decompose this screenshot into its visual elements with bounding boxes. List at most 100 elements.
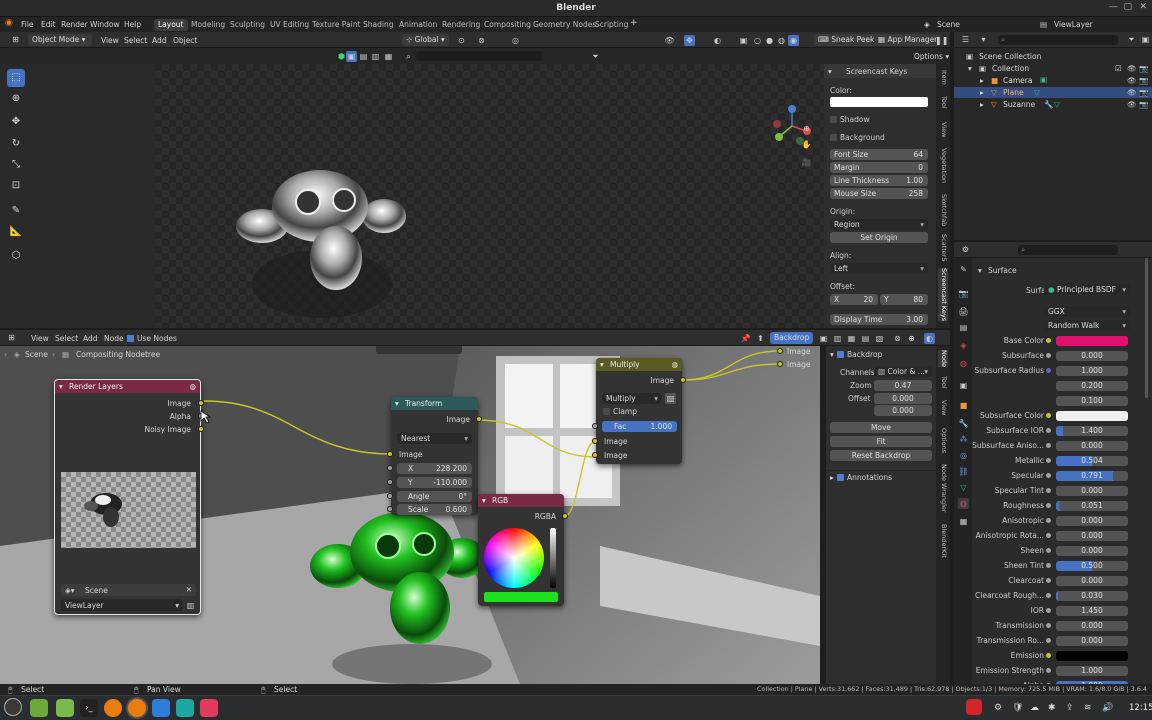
overlay-icon[interactable]: ◐ bbox=[712, 35, 723, 46]
screencast-panel-header[interactable]: ▾ Screencast Keys bbox=[824, 64, 936, 78]
input-socket-icon[interactable] bbox=[1046, 533, 1051, 538]
minimize-icon[interactable]: — bbox=[1109, 2, 1118, 12]
transform-filter-dropdown[interactable]: Nearest bbox=[397, 433, 472, 444]
use-alpha-icon[interactable]: ▧ bbox=[665, 393, 676, 404]
outliner-row-plane[interactable]: ▸ ▽ Plane ▽ 👁 📷 bbox=[954, 87, 1152, 98]
menu-edit[interactable]: Edit bbox=[41, 20, 56, 29]
tab-screencast-keys[interactable]: Screencast Keys bbox=[938, 268, 948, 322]
viewer-input-socket-1[interactable] bbox=[777, 348, 783, 354]
annotations-checkbox[interactable] bbox=[837, 474, 844, 481]
app-manager-button[interactable]: ▦ App Manager bbox=[874, 34, 942, 46]
color-swatch[interactable] bbox=[830, 97, 928, 107]
object-props-icon[interactable]: ■ bbox=[958, 400, 969, 411]
terminal-app-icon[interactable]: ›_ bbox=[80, 699, 98, 717]
background-checkbox[interactable] bbox=[830, 134, 837, 141]
multiply-output-socket[interactable] bbox=[680, 377, 686, 383]
outliner-search-input[interactable]: ⌕ bbox=[998, 35, 1118, 45]
tool-props-icon[interactable]: ✎ bbox=[958, 264, 969, 275]
property-value-field[interactable]: 0.000 bbox=[1056, 621, 1128, 631]
property-value-field[interactable]: 1.000 bbox=[1056, 366, 1128, 376]
property-value-field[interactable]: 1.400 bbox=[1056, 426, 1128, 436]
input-socket-icon[interactable] bbox=[1046, 338, 1051, 343]
annotations-panel-header[interactable]: ▸ Annotations bbox=[826, 470, 936, 482]
input-socket-icon[interactable] bbox=[1046, 458, 1051, 463]
multiply-fac-socket[interactable] bbox=[592, 423, 598, 429]
data-props-icon[interactable]: ▽ bbox=[958, 482, 969, 493]
property-value-field[interactable] bbox=[1056, 336, 1128, 346]
transform-y-socket[interactable] bbox=[387, 479, 393, 485]
render-layer-icon[interactable]: ▥ bbox=[185, 600, 196, 611]
select-mode-2-icon[interactable]: ▤ bbox=[358, 51, 369, 62]
camera-view-icon[interactable]: 🎥 bbox=[801, 157, 812, 168]
view-layer-props-icon[interactable]: ▤ bbox=[958, 322, 969, 333]
property-value-field[interactable]: 0.000 bbox=[1056, 516, 1128, 526]
snap-node-icon[interactable]: ⊗ bbox=[892, 333, 903, 344]
photos-app-icon[interactable] bbox=[200, 699, 218, 717]
pause-icon[interactable]: ❚❚ bbox=[935, 35, 948, 46]
offset-x-field[interactable]: X 20 bbox=[830, 294, 878, 305]
align-dropdown[interactable]: Left bbox=[830, 263, 928, 274]
node-menu-node[interactable]: Node bbox=[104, 334, 124, 343]
physics-props-icon[interactable]: ◎ bbox=[958, 450, 969, 461]
rgb-node[interactable]: ▾ RGB RGBA bbox=[478, 494, 568, 606]
mouse-size-field[interactable]: Mouse Size 258 bbox=[830, 188, 928, 199]
transform-image-input-socket[interactable] bbox=[387, 451, 393, 457]
property-value-field[interactable] bbox=[1056, 651, 1128, 661]
tray-bluetooth-icon[interactable]: ✱ bbox=[1048, 703, 1056, 713]
property-value-field[interactable]: 0.504 bbox=[1056, 456, 1128, 466]
input-socket-icon[interactable] bbox=[1046, 578, 1051, 583]
channel-icon-5[interactable]: ▧ bbox=[874, 333, 885, 344]
output-props-icon[interactable]: 🖨 bbox=[958, 306, 969, 317]
files-app-icon[interactable] bbox=[30, 699, 48, 717]
property-value-field[interactable] bbox=[1056, 411, 1128, 421]
distribution-dropdown[interactable]: GGX bbox=[1044, 306, 1130, 317]
collection-props-icon[interactable]: ▣ bbox=[958, 380, 969, 391]
add-workspace-icon[interactable]: + bbox=[630, 18, 638, 28]
select-mode-3-icon[interactable]: ▥ bbox=[370, 51, 381, 62]
outliner-filter-icon[interactable]: ⏷ bbox=[1126, 34, 1137, 45]
tray-updates-icon[interactable]: ⇪ bbox=[1066, 703, 1074, 713]
properties-editor-icon[interactable]: ⚙ bbox=[960, 244, 971, 255]
backdrop-offset-y-field[interactable]: 0.000 bbox=[874, 405, 932, 416]
tab-compositing[interactable]: Compositing bbox=[480, 19, 535, 31]
tab-tool[interactable]: Tool bbox=[938, 96, 948, 109]
node-editor-type-icon[interactable]: ⊞ bbox=[6, 332, 17, 343]
pan-hand-icon[interactable]: ✋ bbox=[801, 139, 812, 150]
node-menu-view[interactable]: View bbox=[31, 334, 49, 343]
viewer-input-socket-2[interactable] bbox=[777, 361, 783, 367]
zoom-field[interactable]: 0.47 bbox=[874, 380, 932, 391]
tab-rendering[interactable]: Rendering bbox=[438, 19, 484, 31]
subsurface-method-dropdown[interactable]: Random Walk bbox=[1044, 320, 1130, 331]
mode-selector[interactable]: Object Mode ▾ bbox=[28, 34, 92, 46]
rgb-color-wheel[interactable] bbox=[484, 528, 544, 588]
transform-scale-socket[interactable] bbox=[387, 506, 393, 512]
render-props-icon[interactable]: 📷 bbox=[958, 288, 969, 299]
move-button[interactable]: Move bbox=[830, 422, 932, 433]
backdrop-panel-header[interactable]: ▾ Backdrop bbox=[826, 348, 936, 360]
tab-node-tool[interactable]: Tool bbox=[938, 376, 948, 389]
set-origin-button[interactable]: Set Origin bbox=[830, 232, 928, 243]
channel-icon-4[interactable]: ▤ bbox=[860, 333, 871, 344]
input-socket-icon[interactable] bbox=[1046, 653, 1051, 658]
menu-file[interactable]: File bbox=[21, 20, 34, 29]
viewlayer-selector[interactable]: ViewLayer bbox=[1054, 20, 1093, 29]
transform-x-socket[interactable] bbox=[387, 465, 393, 471]
tool-add-cube[interactable]: ⬡ bbox=[7, 247, 25, 265]
transform-node[interactable]: ▾Transform Image Nearest Image X228.200 … bbox=[387, 397, 482, 515]
viewport-3d[interactable]: ⊞ Object Mode ▾ View Select Add Object ⊹… bbox=[0, 32, 950, 328]
filter-icon[interactable]: ⏷ bbox=[590, 51, 601, 62]
property-value-field[interactable]: 0.000 bbox=[1056, 546, 1128, 556]
pin-icon[interactable]: 📌 bbox=[740, 333, 751, 344]
start-menu-icon[interactable] bbox=[4, 698, 22, 716]
property-value-field[interactable]: 0.000 bbox=[1056, 486, 1128, 496]
tab-texture-paint[interactable]: Texture Paint bbox=[308, 19, 364, 31]
tab-sculpting[interactable]: Sculpting bbox=[226, 19, 269, 31]
input-socket-icon[interactable] bbox=[1046, 623, 1051, 628]
modifier-props-icon[interactable]: 🔧 bbox=[958, 418, 969, 429]
transform-angle-socket[interactable] bbox=[387, 493, 393, 499]
tab-animation[interactable]: Animation bbox=[395, 19, 441, 31]
zoom-icon[interactable]: ⊕ bbox=[801, 123, 812, 134]
property-value-field[interactable]: 1.000 bbox=[1056, 666, 1128, 676]
reset-backdrop-button[interactable]: Reset Backdrop bbox=[830, 450, 932, 461]
tab-sketchfab[interactable]: Sketchfab bbox=[938, 194, 948, 226]
